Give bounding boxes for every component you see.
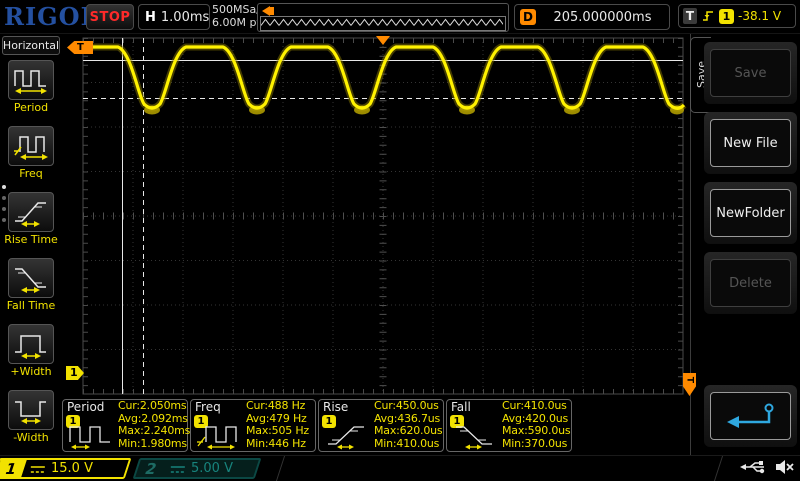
meas-row: Cur:2.050ms <box>118 400 190 413</box>
channel-1-tab[interactable]: 1 15.0 V <box>0 458 131 479</box>
memory-waveform-overview <box>260 16 506 31</box>
save-softkey-menu: Save Save New File NewFolder Delete <box>690 33 800 455</box>
fall-time-icon <box>12 262 50 294</box>
memory-zigzag-icon <box>261 17 503 28</box>
memory-position-strip[interactable] <box>257 3 509 32</box>
period-icon <box>68 422 114 450</box>
save-button[interactable]: Save <box>710 49 791 97</box>
delay-display: D 205.000000ms <box>514 4 670 30</box>
measurement-panel-period[interactable]: Period 1 Cur:2.050ms Avg:2.092ms Max:2.2… <box>62 399 188 452</box>
measure-menu: Horizontal Period Freq Rise Time <box>0 33 62 455</box>
measurement-panel-freq[interactable]: Freq 1 Cur:488 Hz Avg:479 Hz Max:505 Hz … <box>190 399 316 452</box>
ch2-scale: 5.00 V <box>191 461 233 476</box>
softkey-slot <box>704 385 797 447</box>
period-icon <box>12 64 50 96</box>
rise-time-icon <box>324 422 370 450</box>
menu-item-minus-width[interactable]: -Width <box>0 387 62 453</box>
timebase-value: 1.00ms <box>161 10 209 25</box>
freq-icon <box>12 130 50 162</box>
bar-divider <box>696 456 723 481</box>
softkey-slot: Save <box>704 42 797 104</box>
menu-item-period[interactable]: Period <box>0 57 62 123</box>
meas-row: Cur:410.0us <box>502 400 570 413</box>
measurement-panel-fall[interactable]: Fall 1 Cur:410.0us Avg:420.0us Max:590.0… <box>446 399 572 452</box>
graticule <box>62 33 690 455</box>
dc-coupling-icon <box>170 464 186 474</box>
softkey-slot: NewFolder <box>704 182 797 244</box>
back-button[interactable] <box>710 392 791 440</box>
delay-badge: D <box>520 9 536 25</box>
new-folder-button[interactable]: NewFolder <box>710 189 791 237</box>
meas-row: Min:370.0us <box>502 438 570 451</box>
run-state-button[interactable]: STOP <box>86 4 134 30</box>
menu-item-freq[interactable]: Freq <box>0 123 62 189</box>
trigger-level-value: -38.1 V <box>738 9 781 23</box>
top-status-bar: RIGOL STOP H 1.00ms 500MSa/s 6.00M pts D… <box>0 0 800 34</box>
dc-coupling-icon <box>30 464 46 474</box>
channel-2-tab[interactable]: 2 5.00 V <box>133 458 262 479</box>
waveform-display: T 1 <box>62 33 690 455</box>
new-file-button[interactable]: New File <box>710 119 791 167</box>
menu-item-fall-time[interactable]: Fall Time <box>0 255 62 321</box>
menu-item-plus-width[interactable]: +Width <box>0 321 62 387</box>
meas-row: Min:410.0us <box>374 438 442 451</box>
delay-value: 205.000000ms <box>536 10 669 25</box>
h-label: H <box>145 10 156 25</box>
softkey-slot: New File <box>704 112 797 174</box>
plus-width-icon <box>12 328 50 360</box>
measure-menu-title: Horizontal <box>2 36 60 55</box>
menu-item-rise-time[interactable]: Rise Time <box>0 189 62 255</box>
minus-width-icon <box>12 394 50 426</box>
meas-row: Cur:488 Hz <box>246 400 309 413</box>
memory-window-arrow-icon <box>262 6 270 16</box>
trigger-display: T 1 -38.1 V <box>678 4 796 28</box>
trigger-label: T <box>683 8 697 24</box>
channel-status-bar: 1 15.0 V 2 5.00 V <box>0 455 800 481</box>
ch1-trace <box>83 47 684 115</box>
freq-icon <box>196 422 242 450</box>
meas-row: Min:1.980ms <box>118 438 190 451</box>
rising-edge-icon <box>701 8 715 24</box>
menu-page-dots <box>2 185 6 222</box>
meas-row: Min:446 Hz <box>246 438 309 451</box>
bar-divider <box>258 456 285 481</box>
return-arrow-icon <box>721 400 781 432</box>
usb-icon <box>739 460 767 474</box>
delete-button[interactable]: Delete <box>710 259 791 307</box>
horizontal-timebase-display: H 1.00ms <box>138 4 210 30</box>
meas-row: Cur:450.0us <box>374 400 442 413</box>
ch1-scale: 15.0 V <box>51 461 93 476</box>
rigol-logo: RIGOL <box>4 2 98 31</box>
trigger-position-icon <box>376 36 390 45</box>
trigger-source-badge: 1 <box>719 9 734 24</box>
softkey-slot: Delete <box>704 252 797 314</box>
measurement-panel-rise[interactable]: Rise 1 Cur:450.0us Avg:436.7us Max:620.0… <box>318 399 444 452</box>
speaker-muted-icon <box>775 459 795 475</box>
rise-time-icon <box>12 196 50 228</box>
fall-time-icon <box>452 422 498 450</box>
